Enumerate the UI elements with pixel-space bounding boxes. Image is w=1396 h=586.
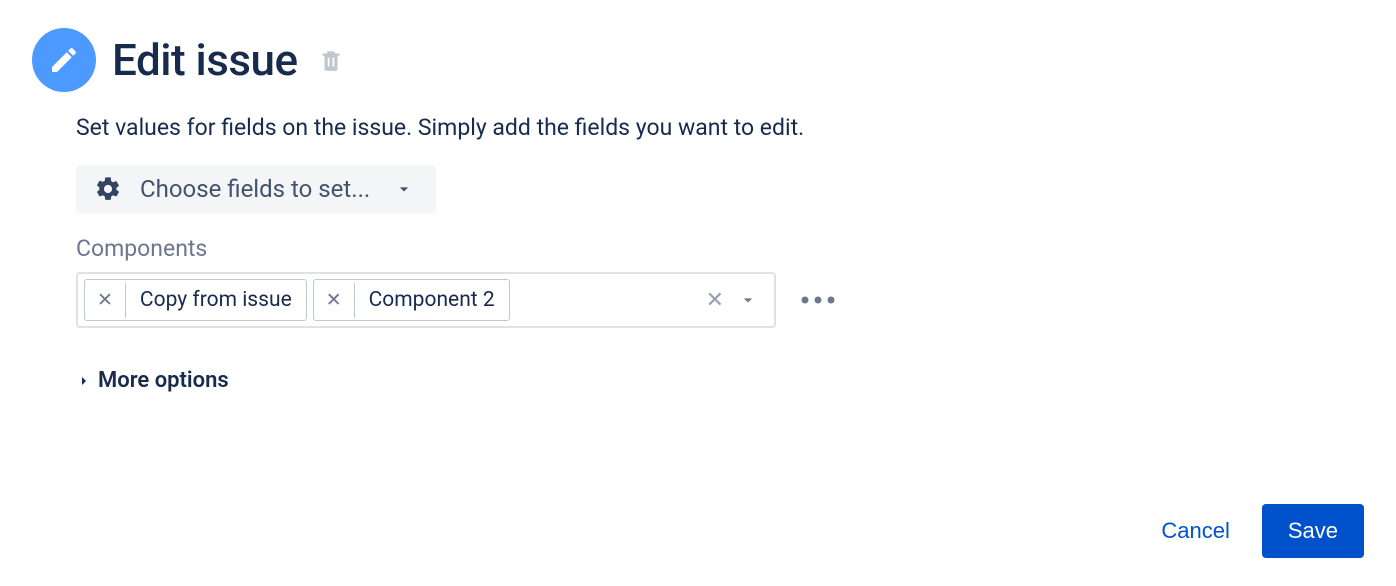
remove-tag-button[interactable]: ✕ [314, 283, 355, 318]
delete-button[interactable] [314, 43, 348, 77]
cancel-button[interactable]: Cancel [1151, 504, 1239, 558]
gear-icon [94, 175, 122, 203]
trash-icon [318, 47, 344, 73]
pencil-icon [32, 28, 96, 92]
page-title: Edit issue [112, 34, 298, 86]
more-options-label: More options [98, 368, 229, 393]
more-horizontal-icon [800, 295, 836, 305]
content-area: Set values for fields on the issue. Simp… [32, 92, 1364, 393]
component-tag: ✕ Component 2 [313, 279, 510, 321]
chevron-right-icon [76, 373, 92, 389]
chevron-down-icon [394, 179, 414, 199]
choose-fields-label: Choose fields to set... [140, 175, 370, 203]
components-select[interactable]: ✕ Copy from issue ✕ Component 2 ✕ [76, 272, 776, 328]
components-field-label: Components [76, 235, 1364, 262]
clear-all-button[interactable]: ✕ [706, 289, 724, 311]
footer-actions: Cancel Save [1151, 504, 1364, 558]
header: Edit issue [32, 28, 1364, 92]
save-button[interactable]: Save [1262, 504, 1364, 558]
remove-tag-button[interactable]: ✕ [85, 283, 126, 318]
more-options-toggle[interactable]: More options [76, 368, 229, 393]
choose-fields-dropdown[interactable]: Choose fields to set... [76, 165, 436, 213]
dropdown-caret-icon[interactable] [738, 290, 758, 310]
components-row: ✕ Copy from issue ✕ Component 2 ✕ [76, 272, 1364, 328]
tag-label: Component 2 [355, 280, 509, 320]
component-tag: ✕ Copy from issue [84, 279, 307, 321]
field-actions-button[interactable] [794, 289, 842, 311]
select-controls: ✕ [706, 289, 768, 311]
description-text: Set values for fields on the issue. Simp… [76, 114, 1364, 141]
tag-label: Copy from issue [126, 280, 306, 320]
